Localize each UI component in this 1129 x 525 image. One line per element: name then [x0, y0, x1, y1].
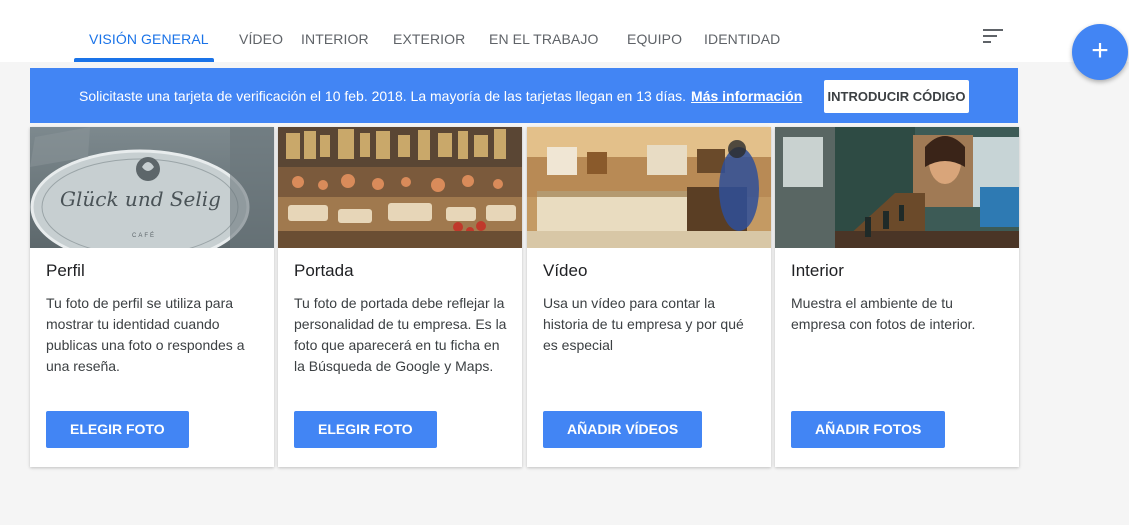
verification-message: Solicitaste una tarjeta de verificación … [79, 88, 687, 104]
photo-card-cover: Portada Tu foto de portada debe reflejar… [278, 127, 522, 467]
video-preview-image [527, 127, 771, 248]
tab-bar-panel: VISIÓN GENERAL VÍDEO INTERIOR EXTERIOR E… [0, 0, 1129, 62]
choose-cover-photo-button[interactable]: ELEGIR FOTO [294, 411, 437, 448]
choose-profile-photo-button[interactable]: ELEGIR FOTO [46, 411, 189, 448]
card-description: Muestra el ambiente de tu empresa con fo… [791, 295, 976, 332]
card-description: Tu foto de portada debe reflejar la pers… [294, 295, 507, 374]
add-icon: + [1091, 34, 1109, 67]
card-title: Portada [294, 261, 354, 280]
verification-banner: Solicitaste una tarjeta de verificación … [30, 68, 1018, 123]
photo-card-interior: Interior Muestra el ambiente de tu empre… [775, 127, 1019, 467]
photo-card-profile: Glück und Selig CAFÉ Perfil Tu foto de p… [30, 127, 274, 467]
add-videos-button[interactable]: AÑADIR VÍDEOS [543, 411, 703, 448]
tab-identidad[interactable]: IDENTIDAD [704, 0, 780, 62]
cover-photo-image [278, 127, 522, 248]
card-title: Interior [791, 261, 844, 280]
tab-interior[interactable]: INTERIOR [301, 0, 369, 62]
tab-video[interactable]: VÍDEO [239, 0, 283, 62]
tab-bar: VISIÓN GENERAL VÍDEO INTERIOR EXTERIOR E… [0, 0, 1129, 62]
card-description: Usa un vídeo para contar la historia de … [543, 295, 744, 353]
card-title: Vídeo [543, 261, 588, 280]
tab-exterior[interactable]: EXTERIOR [393, 0, 465, 62]
active-tab-indicator [74, 58, 214, 62]
card-description: Tu foto de perfil se utiliza para mostra… [46, 295, 245, 374]
sort-icon[interactable] [983, 29, 1003, 45]
tab-en-el-trabajo[interactable]: EN EL TRABAJO [489, 0, 598, 62]
cafe-logo-sub: CAFÉ [132, 233, 157, 239]
tab-equipo[interactable]: EQUIPO [627, 0, 682, 62]
photo-card-video: Vídeo Usa un vídeo para contar la histor… [527, 127, 771, 467]
enter-code-button[interactable]: INTRODUCIR CÓDIGO [824, 80, 969, 113]
more-info-link[interactable]: Más información [691, 88, 802, 104]
card-title: Perfil [46, 261, 85, 280]
interior-photo-image [775, 127, 1019, 248]
add-photos-button[interactable]: AÑADIR FOTOS [791, 411, 946, 448]
profile-photo-image: Glück und Selig CAFÉ [30, 127, 274, 248]
cafe-logo-text: Glück und Selig [60, 187, 221, 211]
tab-vision-general[interactable]: VISIÓN GENERAL [89, 0, 209, 62]
add-button[interactable]: + [1072, 24, 1128, 80]
